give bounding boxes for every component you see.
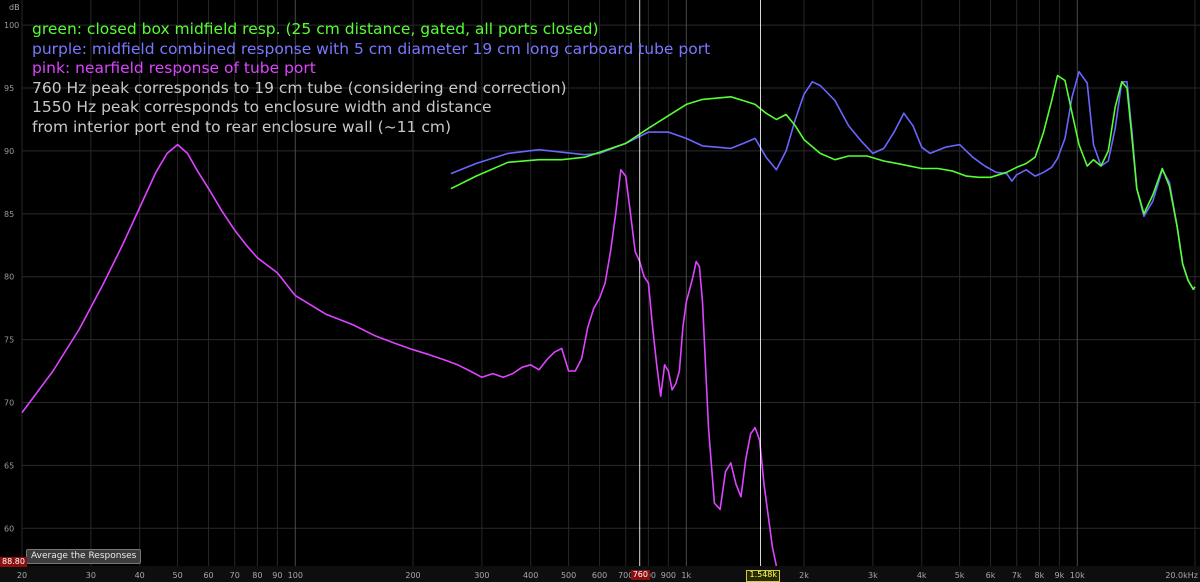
average-responses-button[interactable]: Average the Responses	[26, 549, 142, 564]
x-tick-label-60: 60	[203, 571, 213, 580]
x-tick-label-90: 90	[272, 571, 282, 580]
x-tick-label-300: 300	[474, 571, 489, 580]
x-tick-label-500: 500	[561, 571, 576, 580]
annotation-line-5: from interior port end to rear enclosure…	[32, 117, 452, 136]
annotation-line-0: green: closed box midfield resp. (25 cm …	[32, 20, 599, 38]
x-tick-label-100: 100	[288, 571, 303, 580]
y-tick-label-85: 85	[4, 210, 14, 219]
annotation-line-1: purple: midfield combined response with …	[32, 39, 711, 58]
y-tick-label-75: 75	[4, 336, 14, 345]
y-tick-label-90: 90	[4, 147, 14, 156]
x-tick-label-9000: 9k	[1055, 571, 1065, 580]
x-tick-label-3000: 3k	[868, 571, 878, 580]
x-tick-label-600: 600	[592, 571, 607, 580]
cursor-1548-readout: 1.548k	[746, 570, 781, 582]
y-cursor-readout: 88.80	[0, 557, 27, 567]
x-tick-label-8000: 8k	[1035, 571, 1045, 580]
y-tick-label-100: 100	[4, 21, 19, 30]
x-tick-label-4000: 4k	[917, 571, 927, 580]
x-tick-label-7000: 7k	[1012, 571, 1022, 580]
y-tick-label-60: 60	[4, 524, 14, 533]
x-tick-label-80: 80	[252, 571, 262, 580]
x-tick-label-50: 50	[173, 571, 183, 580]
y-tick-label-70: 70	[4, 398, 14, 407]
y-tick-label-80: 80	[4, 273, 14, 282]
x-tick-label-2000: 2k	[799, 571, 809, 580]
annotation-line-3: 760 Hz peak corresponds to 19 cm tube (c…	[32, 78, 567, 97]
annotation-line-2: pink: nearfield response of tube port	[32, 59, 316, 77]
y-tick-label-95: 95	[4, 84, 14, 93]
x-tick-label-6000: 6k	[986, 571, 996, 580]
x-tick-label-900: 900	[661, 571, 676, 580]
x-tick-label-200: 200	[405, 571, 420, 580]
x-tick-label-5000: 5k	[955, 571, 965, 580]
cursor-760-readout: 760	[630, 570, 650, 580]
y-axis-unit-label: dB	[9, 3, 20, 12]
x-tick-label-40: 40	[135, 571, 145, 580]
y-tick-label-65: 65	[4, 461, 14, 470]
x-tick-label-20: 20	[17, 571, 27, 580]
x-tick-label-1000: 1k	[681, 571, 691, 580]
x-tick-label-400: 400	[523, 571, 538, 580]
x-tick-label-30: 30	[86, 571, 96, 580]
annotation-line-4: 1550 Hz peak corresponds to enclosure wi…	[32, 98, 492, 116]
x-tick-label-70: 70	[230, 571, 240, 580]
x-tick-label-20000: 20.0kHz	[1165, 571, 1198, 580]
x-tick-label-10000: 10k	[1070, 571, 1085, 580]
